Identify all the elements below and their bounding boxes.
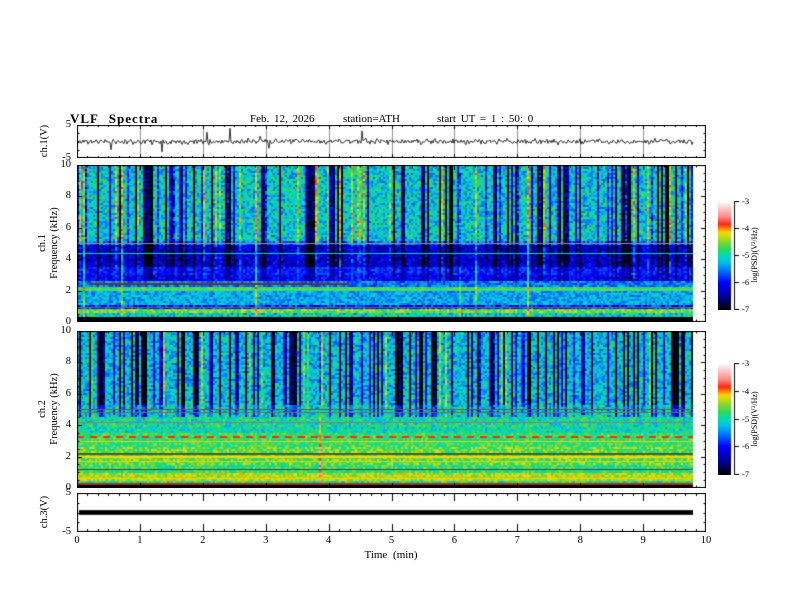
tick-label: 7 bbox=[514, 535, 520, 546]
time-axis-label: Time (min) bbox=[364, 549, 418, 561]
tick-label: -4 bbox=[742, 223, 750, 233]
tick-label: 10 bbox=[700, 535, 712, 546]
tick-label: -5 bbox=[742, 250, 750, 260]
ch2-frequency-label: Frequency (kHz) bbox=[48, 373, 60, 445]
tick-label: 9 bbox=[640, 535, 646, 546]
colorbar-ch2 bbox=[718, 363, 744, 475]
tick-label: 4 bbox=[65, 253, 71, 265]
tick-label: 5 bbox=[65, 487, 71, 498]
tick-label: 8 bbox=[65, 190, 71, 202]
tick-label: -7 bbox=[742, 469, 750, 479]
tick-label: -4 bbox=[742, 385, 750, 396]
tick-label: 6 bbox=[65, 387, 71, 399]
tick-label: 4 bbox=[325, 535, 332, 546]
header-station: station=ATH bbox=[343, 113, 400, 125]
ch1-frequency-label: Frequency (kHz) bbox=[48, 207, 60, 279]
colorbar1-units-label: log(PSD)(V²/Hz) bbox=[750, 227, 759, 283]
colorbar2-units-label: log(PSD)(V²/Hz) bbox=[750, 391, 759, 447]
ch3-waveform-plot bbox=[77, 493, 706, 532]
tick-label: 1 bbox=[137, 535, 143, 546]
tick-label: 8 bbox=[577, 535, 583, 546]
tick-label: -6 bbox=[742, 277, 750, 287]
tick-label: 2 bbox=[200, 535, 206, 546]
tick-label: -7 bbox=[742, 304, 750, 314]
tick-label: -3 bbox=[742, 358, 750, 368]
tick-label: 10 bbox=[60, 325, 72, 336]
ch1-label: ch.1 bbox=[37, 234, 48, 252]
tick-label: 5 bbox=[388, 535, 395, 546]
tick-label: 2 bbox=[65, 284, 71, 296]
header-start-ut: start UT = 1 : 50: 0 bbox=[437, 113, 534, 125]
ch2-spectrogram-plot bbox=[77, 331, 706, 488]
tick-label: 6 bbox=[451, 535, 458, 546]
vlf-spectra-figure: VLF Spectra Feb. 12, 2026 station=ATH st… bbox=[0, 0, 792, 612]
tick-label: -3 bbox=[742, 196, 750, 206]
ch3-waveform-ylabel: ch.3(V) bbox=[39, 495, 50, 529]
colorbar-ch1 bbox=[718, 201, 744, 310]
ch2-label: ch.2 bbox=[37, 400, 48, 418]
tick-label: 2 bbox=[65, 450, 71, 462]
tick-label: 3 bbox=[263, 535, 269, 546]
ch1-spectrogram-plot bbox=[77, 165, 706, 322]
tick-label: -5 bbox=[62, 152, 71, 163]
header-date: Feb. 12, 2026 bbox=[250, 113, 315, 125]
tick-label: 0 bbox=[74, 535, 80, 546]
tick-label: 8 bbox=[65, 356, 71, 368]
tick-label: 4 bbox=[65, 419, 71, 431]
tick-label: -6 bbox=[742, 441, 750, 452]
tick-label: 6 bbox=[65, 221, 71, 233]
ch1-waveform-plot bbox=[77, 125, 706, 158]
tick-label: 5 bbox=[65, 119, 71, 130]
tick-label: -5 bbox=[742, 413, 750, 424]
